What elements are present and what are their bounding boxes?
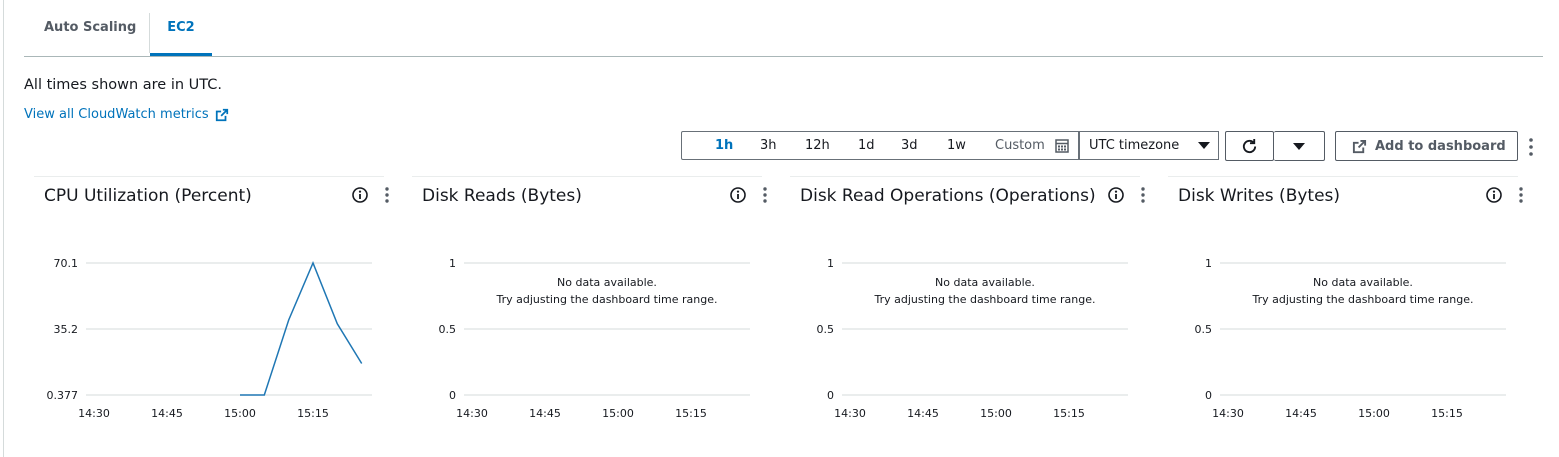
range-custom[interactable]: Custom [995,138,1045,153]
x-tick-label: 15:00 [602,407,634,420]
x-tick-label: 15:00 [1358,407,1390,420]
tab-auto-scaling[interactable]: Auto Scaling [44,0,136,55]
cloudwatch-link-label: View all CloudWatch metrics [24,107,209,122]
y-tick-label: 1 [827,257,834,270]
y-tick-label: 70.1 [54,257,79,270]
widget-title: Disk Reads (Bytes) [422,186,582,206]
y-tick-label: 0.5 [817,323,835,336]
tab-bar: Auto Scaling EC2 [24,0,1543,57]
left-border [3,0,4,457]
disk-writes-chart: 1 0.5 014:30 14:45 15:00 15:15 [1195,257,1506,420]
range-1h[interactable]: 1h [715,138,733,153]
widget-title: Disk Read Operations (Operations) [800,186,1096,206]
timezone-value: UTC timezone [1089,138,1180,153]
widget-menu-icon[interactable] [1139,186,1147,204]
tab-ec2[interactable]: EC2 [150,0,212,56]
range-3h[interactable]: 3h [760,138,777,153]
x-tick-label: 14:45 [151,407,183,420]
refresh-button[interactable] [1225,131,1274,161]
info-icon[interactable] [352,187,368,203]
no-data-message: No data available. Try adjusting the das… [835,274,1135,308]
caret-down-icon [1198,142,1210,149]
x-tick-label: 14:30 [78,407,110,420]
widget-disk-read-operations: Disk Read Operations (Operations) 1 0.5 0 1… [790,176,1145,447]
no-data-line: No data available. [935,276,1035,289]
y-tick-label: 0 [827,389,834,402]
calendar-icon[interactable] [1055,139,1069,153]
range-1d[interactable]: 1d [858,138,875,153]
no-data-line: No data available. [1313,276,1413,289]
external-link-icon [1352,139,1367,153]
add-to-dashboard-label: Add to dashboard [1375,138,1506,154]
refresh-options-dropdown[interactable] [1274,131,1325,161]
y-tick-label: 1 [1205,257,1212,270]
x-tick-label: 14:45 [907,407,939,420]
x-tick-label: 15:15 [1053,407,1085,420]
x-tick-label: 15:15 [675,407,707,420]
widget-disk-writes: Disk Writes (Bytes) 1 0.5 0 14:30 14:45 15:00… [1168,176,1523,447]
x-tick-label: 14:30 [834,407,866,420]
add-to-dashboard-button[interactable]: Add to dashboard [1335,131,1518,161]
info-icon[interactable] [1486,187,1502,203]
utc-note: All times shown are in UTC. [24,77,223,93]
no-data-hint: Try adjusting the dashboard time range. [1252,293,1474,306]
widget-menu-icon[interactable] [761,186,769,204]
y-tick-label: 1 [449,257,456,270]
y-tick-label: 0 [1205,389,1212,402]
disk-read-operations-chart: 1 0.5 014:30 14:45 15:00 15:15 [817,257,1128,420]
x-tick-label: 15:15 [1431,407,1463,420]
y-tick-label: 0.377 [47,389,79,402]
y-tick-label: 35.2 [54,323,79,336]
widget-disk-reads: Disk Reads (Bytes) 1 0.5 0 14:30 14:45 15:00 1… [412,176,767,447]
info-icon[interactable] [730,187,746,203]
widget-title: Disk Writes (Bytes) [1178,186,1341,206]
disk-reads-chart: 1 0.5 014:30 14:45 15:00 15:15 [439,257,750,420]
range-3d[interactable]: 3d [901,138,918,153]
x-tick-label: 15:15 [297,407,329,420]
widget-title: CPU Utilization (Percent) [44,186,252,206]
widget-cpu-utilization: CPU Utilization (Percent) 70.1 35.2 0.377 1… [34,176,389,447]
cpu-utilization-chart: 70.1 35.2 0.377 14:30 14:45 15:00 15:15 [47,257,372,420]
x-tick-label: 15:00 [224,407,256,420]
y-tick-label: 0.5 [439,323,457,336]
more-options-icon[interactable] [1526,137,1536,157]
range-1w[interactable]: 1w [947,138,966,153]
caret-down-icon [1293,143,1305,150]
x-tick-label: 15:00 [980,407,1012,420]
no-data-message: No data available. Try adjusting the das… [457,274,757,308]
refresh-icon [1242,138,1257,154]
x-tick-label: 14:30 [456,407,488,420]
timezone-select[interactable]: UTC timezone [1079,131,1219,160]
no-data-hint: Try adjusting the dashboard time range. [874,293,1096,306]
no-data-hint: Try adjusting the dashboard time range. [496,293,718,306]
widget-menu-icon[interactable] [1517,186,1525,204]
y-tick-label: 0.5 [1195,323,1213,336]
info-icon[interactable] [1108,187,1124,203]
widget-menu-icon[interactable] [383,186,391,204]
view-cloudwatch-metrics-link[interactable]: View all CloudWatch metrics [24,107,229,122]
no-data-message: No data available. Try adjusting the das… [1213,274,1513,308]
no-data-line: No data available. [557,276,657,289]
x-tick-label: 14:45 [1285,407,1317,420]
x-tick-label: 14:45 [529,407,561,420]
x-tick-label: 14:30 [1212,407,1244,420]
external-link-icon [215,108,228,121]
y-tick-label: 0 [449,389,456,402]
range-12h[interactable]: 12h [805,138,830,153]
time-range-selector: 1h 3h 12h 1d 3d 1w Custom [681,131,1079,160]
